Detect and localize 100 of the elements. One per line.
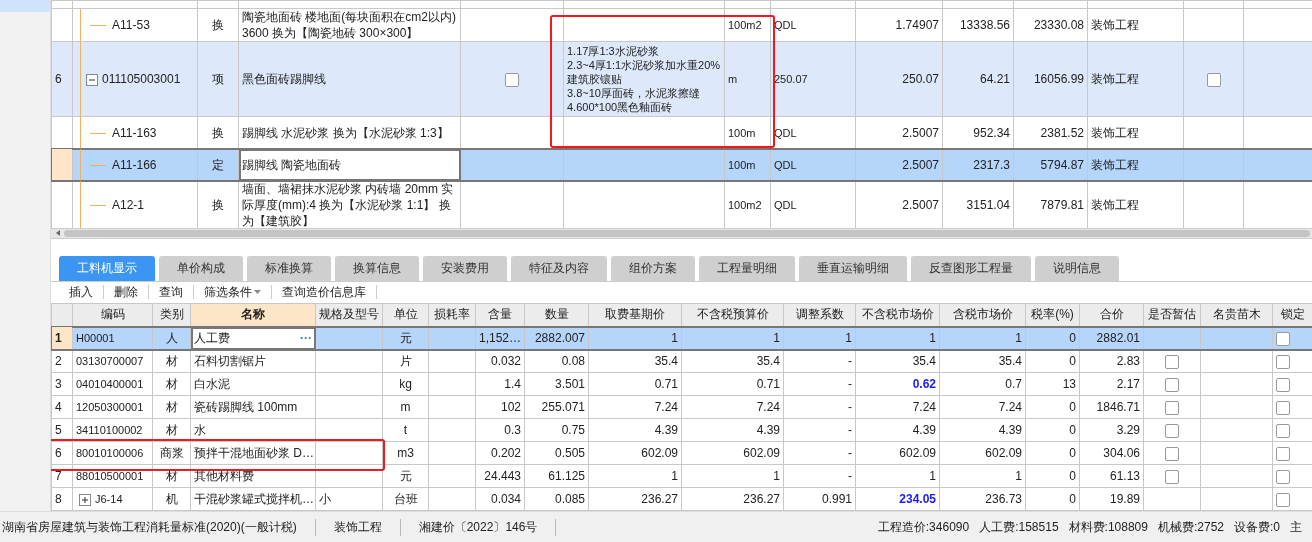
checkbox[interactable] — [1276, 469, 1290, 484]
market-price-cell: 4.39 — [855, 418, 940, 442]
column-header[interactable]: 合价 — [1079, 303, 1144, 327]
column-header[interactable]: 名称 — [190, 303, 316, 327]
checkbox[interactable] — [1276, 423, 1290, 438]
expression-cell: 250.07 — [770, 41, 856, 117]
unit-cell: m3 — [382, 441, 429, 465]
column-header[interactable]: 不含税市场价 — [855, 303, 940, 327]
checkbox[interactable] — [1165, 469, 1179, 484]
toolbar-button[interactable]: 删除 — [104, 285, 149, 300]
tab[interactable]: 垂直运输明细 — [799, 256, 907, 281]
content-cell: 102 — [475, 395, 525, 419]
column-header[interactable]: 规格及型号 — [315, 303, 383, 327]
tab[interactable]: 工程量明细 — [699, 256, 795, 281]
specialty-cell: 装饰工程 — [1087, 8, 1184, 42]
name-text: 其他材料费 — [194, 468, 254, 484]
row-number: 1 — [51, 326, 73, 350]
row-number: 5 — [51, 418, 73, 442]
checkbox[interactable] — [1165, 446, 1179, 461]
toolbar-button[interactable]: 筛选条件 — [194, 285, 272, 300]
name-cell: 陶瓷地面砖 楼地面(每块面积在cm2以内) 3600 换为【陶瓷地砖 300×300】 — [238, 8, 461, 42]
market-price-cell: 1 — [855, 464, 940, 488]
coefficient-cell: - — [783, 395, 856, 419]
total-cell: 304.06 — [1079, 441, 1144, 465]
total-cell: 23330.08 — [1013, 8, 1088, 42]
checkbox[interactable] — [1206, 72, 1221, 87]
code-cell: A11-163 — [72, 116, 198, 149]
tab[interactable]: 特征及内容 — [511, 256, 607, 281]
column-header[interactable]: 损耗率 — [428, 303, 476, 327]
checkbox[interactable] — [1165, 377, 1179, 392]
price-cell: 602.09 — [681, 441, 784, 465]
checkbox[interactable] — [1165, 400, 1179, 415]
checkbox[interactable] — [1276, 354, 1290, 369]
price-cell: 4.39 — [588, 418, 682, 442]
column-header[interactable]: 含税市场价 — [939, 303, 1026, 327]
toolbar-button[interactable]: 插入 — [59, 285, 104, 300]
type-cell: 机 — [152, 487, 191, 511]
price-cell: 13338.56 — [942, 8, 1014, 42]
loss-cell — [428, 418, 476, 442]
checkbox[interactable] — [1165, 354, 1179, 369]
expand-icon[interactable] — [79, 494, 91, 507]
tab[interactable]: 安装费用 — [423, 256, 507, 281]
status-text: 主 — [1290, 518, 1302, 536]
quantity-cell: 0.505 — [524, 441, 589, 465]
column-header[interactable]: 类别 — [152, 303, 191, 327]
coefficient-cell: - — [783, 418, 856, 442]
column-header[interactable]: 编码 — [72, 303, 153, 327]
price-cell: 4.39 — [939, 418, 1026, 442]
market-price-cell: 35.4 — [855, 349, 940, 373]
code-cell: 12050300001 — [72, 395, 153, 419]
tax-rate-cell: 0 — [1025, 464, 1080, 488]
column-header[interactable]: 税率(%) — [1025, 303, 1080, 327]
price-cell: 64.21 — [942, 41, 1014, 117]
price-cell: 236.73 — [939, 487, 1026, 511]
more-button[interactable]: ··· — [300, 330, 312, 347]
total-cell: 16056.99 — [1013, 41, 1088, 117]
tab[interactable]: 反查图形工程量 — [911, 256, 1031, 281]
column-header[interactable]: 是否暂估 — [1143, 303, 1201, 327]
column-header[interactable]: 含量 — [475, 303, 525, 327]
checkbox[interactable] — [1165, 423, 1179, 438]
price-cell: 602.09 — [939, 441, 1026, 465]
price-cell: 7.24 — [588, 395, 682, 419]
status-text: 工程造价:346090 — [877, 518, 970, 536]
quantity-cell: 61.125 — [524, 464, 589, 488]
column-header[interactable]: 数量 — [524, 303, 589, 327]
unit-cell: m — [382, 395, 429, 419]
toolbar-button[interactable]: 查询造价信息库 — [272, 285, 377, 300]
expression-cell: QDL — [770, 8, 856, 42]
status-text: 机械费:2752 — [1157, 518, 1224, 536]
column-header[interactable]: 不含税预算价 — [681, 303, 784, 327]
type-cell: 材 — [152, 418, 191, 442]
code-cell: 04010400001 — [72, 372, 153, 396]
tab[interactable]: 组价方案 — [611, 256, 695, 281]
column-header[interactable]: 名贵苗木 — [1200, 303, 1273, 327]
checkbox[interactable] — [1276, 400, 1290, 415]
content-cell: 0.3 — [475, 418, 525, 442]
column-header[interactable]: 调整系数 — [783, 303, 856, 327]
column-header[interactable]: 锁定 — [1272, 303, 1312, 327]
checkbox[interactable] — [1276, 331, 1290, 346]
tab[interactable]: 标准换算 — [247, 256, 331, 281]
price-cell: 1 — [588, 464, 682, 488]
checkbox[interactable] — [1276, 446, 1290, 461]
quantity-cell: 0.085 — [524, 487, 589, 511]
total-cell: 2.17 — [1079, 372, 1144, 396]
unit-cell: t — [382, 418, 429, 442]
price-cell: 236.27 — [681, 487, 784, 511]
tab[interactable]: 换算信息 — [335, 256, 419, 281]
column-header[interactable]: 取费基期价 — [588, 303, 682, 327]
collapse-icon[interactable] — [86, 73, 98, 86]
tab[interactable]: 单价构成 — [159, 256, 243, 281]
tab[interactable]: 说明信息 — [1035, 256, 1119, 281]
name-text: 瓷砖踢脚线 100mm — [194, 399, 298, 415]
checkbox[interactable] — [505, 72, 519, 87]
scroll-left-icon[interactable] — [54, 229, 62, 238]
row-number: 3 — [51, 372, 73, 396]
checkbox[interactable] — [1276, 377, 1290, 392]
checkbox[interactable] — [1276, 492, 1290, 507]
column-header[interactable]: 单位 — [382, 303, 429, 327]
toolbar-button[interactable]: 查询 — [149, 285, 194, 300]
coefficient-cell: - — [783, 464, 856, 488]
